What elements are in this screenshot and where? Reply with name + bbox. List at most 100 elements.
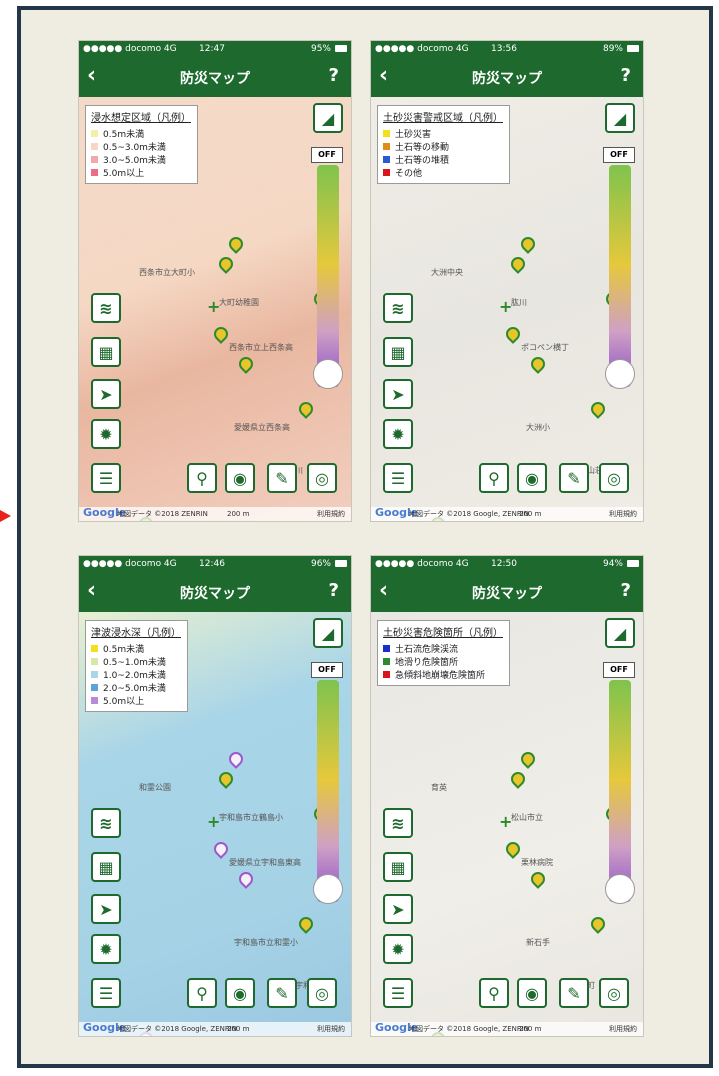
terms-link[interactable]: 利用規約 <box>609 1022 637 1036</box>
edit-button[interactable]: ✎ <box>267 978 297 1008</box>
map-place-label: 西条市立上西条高 <box>229 343 293 352</box>
evacuation-button[interactable]: ➤ <box>383 379 413 409</box>
legend-item-label: 急傾斜地崩壊危険箇所 <box>395 671 486 681</box>
settings-button[interactable]: ✹ <box>91 934 121 964</box>
edit-button[interactable]: ✎ <box>559 463 589 493</box>
opacity-slider[interactable] <box>605 165 635 389</box>
layers-button[interactable]: ≋ <box>91 293 121 323</box>
opacity-off-toggle[interactable]: OFF <box>311 662 343 678</box>
settings-button[interactable]: ✹ <box>91 419 121 449</box>
locate-button[interactable]: ◎ <box>307 978 337 1008</box>
search-button[interactable]: ⚲ <box>187 463 217 493</box>
shelter-pin[interactable] <box>296 399 316 419</box>
legend-swatch <box>91 156 98 163</box>
menu-button[interactable]: ☰ <box>383 463 413 493</box>
menu-button[interactable]: ☰ <box>91 463 121 493</box>
slider-knob[interactable] <box>605 874 635 904</box>
opacity-slider[interactable] <box>313 680 343 904</box>
shelter-pin[interactable] <box>528 354 548 374</box>
map-footer: Google 地図データ ©2018 Google, ZENRIN 200 m … <box>371 506 643 521</box>
shelter-pin[interactable] <box>236 354 256 374</box>
facilities-button[interactable]: ▦ <box>383 852 413 882</box>
legend-swatch <box>91 130 98 137</box>
terms-link[interactable]: 利用規約 <box>317 1022 345 1036</box>
detail-search-button[interactable]: ◉ <box>225 463 255 493</box>
slider-knob[interactable] <box>313 874 343 904</box>
shelter-pin[interactable] <box>528 869 548 889</box>
help-button[interactable]: ? <box>329 65 339 86</box>
shelter-pin[interactable] <box>508 769 528 789</box>
facilities-button[interactable]: ▦ <box>91 852 121 882</box>
shelter-pin[interactable] <box>588 399 608 419</box>
shelter-pin[interactable] <box>211 324 231 344</box>
help-button[interactable]: ? <box>621 580 631 601</box>
layers-button[interactable]: ≋ <box>383 808 413 838</box>
slider-knob[interactable] <box>313 359 343 389</box>
opacity-off-toggle[interactable]: OFF <box>603 662 635 678</box>
evacuation-button[interactable]: ➤ <box>383 894 413 924</box>
help-button[interactable]: ? <box>621 65 631 86</box>
map-place-label: 大洲中央 <box>431 268 463 277</box>
evacuation-icon: ➤ <box>99 899 113 919</box>
legend-swatch <box>91 684 98 691</box>
shelter-pin[interactable] <box>503 324 523 344</box>
slider-knob[interactable] <box>605 359 635 389</box>
shelter-pin[interactable] <box>518 234 538 254</box>
map-layer-button[interactable]: ◢ <box>605 103 635 133</box>
help-button[interactable]: ? <box>329 580 339 601</box>
search-button[interactable]: ⚲ <box>479 978 509 1008</box>
detail-search-button[interactable]: ◉ <box>517 978 547 1008</box>
layers-button[interactable]: ≋ <box>91 808 121 838</box>
evacuation-button[interactable]: ➤ <box>91 379 121 409</box>
detail-search-button[interactable]: ◉ <box>517 463 547 493</box>
edit-button[interactable]: ✎ <box>267 463 297 493</box>
clock-text: 12:50 <box>491 559 517 569</box>
pointer-arrow <box>0 510 11 522</box>
shelter-pin[interactable] <box>216 769 236 789</box>
locate-button[interactable]: ◎ <box>599 978 629 1008</box>
opacity-off-toggle[interactable]: OFF <box>311 147 343 163</box>
legend-item: 土石等の移動 <box>383 140 503 153</box>
edit-button[interactable]: ✎ <box>559 978 589 1008</box>
battery-text: 89% <box>602 44 623 54</box>
locate-button[interactable]: ◎ <box>307 463 337 493</box>
facilities-button[interactable]: ▦ <box>91 337 121 367</box>
shelter-pin[interactable] <box>518 749 538 769</box>
shelter-pin[interactable] <box>226 749 246 769</box>
detail-search-button[interactable]: ◉ <box>225 978 255 1008</box>
menu-button[interactable]: ☰ <box>91 978 121 1008</box>
shelter-pin[interactable] <box>503 839 523 859</box>
battery-icon <box>627 45 639 52</box>
opacity-off-toggle[interactable]: OFF <box>603 147 635 163</box>
menu-button[interactable]: ☰ <box>383 978 413 1008</box>
shelter-pin[interactable] <box>211 839 231 859</box>
shelter-pin[interactable] <box>588 914 608 934</box>
opacity-slider[interactable] <box>313 165 343 389</box>
status-bar: ●●●●● docomo 4G 12:50 94% <box>371 556 643 572</box>
map-layer-button[interactable]: ◢ <box>605 618 635 648</box>
map-footer: Google 地図データ ©2018 ZENRIN 200 m 利用規約 <box>79 506 351 521</box>
shelter-pin[interactable] <box>296 914 316 934</box>
map-layer-button[interactable]: ◢ <box>313 103 343 133</box>
map-center-cross: + <box>499 812 513 831</box>
evacuation-button[interactable]: ➤ <box>91 894 121 924</box>
facilities-button[interactable]: ▦ <box>383 337 413 367</box>
map-copyright: 地図データ ©2018 Google, ZENRIN <box>117 1025 238 1033</box>
locate-button[interactable]: ◎ <box>599 463 629 493</box>
search-button[interactable]: ⚲ <box>479 463 509 493</box>
shelter-pin[interactable] <box>216 254 236 274</box>
shelter-pin[interactable] <box>236 869 256 889</box>
map-layer-button[interactable]: ◢ <box>313 618 343 648</box>
settings-button[interactable]: ✹ <box>383 419 413 449</box>
opacity-slider[interactable] <box>605 680 635 904</box>
settings-button[interactable]: ✹ <box>383 934 413 964</box>
terms-link[interactable]: 利用規約 <box>609 507 637 521</box>
map-place-label: 大町幼稚園 <box>219 298 259 307</box>
shelter-pin[interactable] <box>508 254 528 274</box>
detail-search-icon: ◉ <box>525 983 539 1003</box>
layers-button[interactable]: ≋ <box>383 293 413 323</box>
search-button[interactable]: ⚲ <box>187 978 217 1008</box>
legend-swatch <box>91 658 98 665</box>
terms-link[interactable]: 利用規約 <box>317 507 345 521</box>
shelter-pin[interactable] <box>226 234 246 254</box>
